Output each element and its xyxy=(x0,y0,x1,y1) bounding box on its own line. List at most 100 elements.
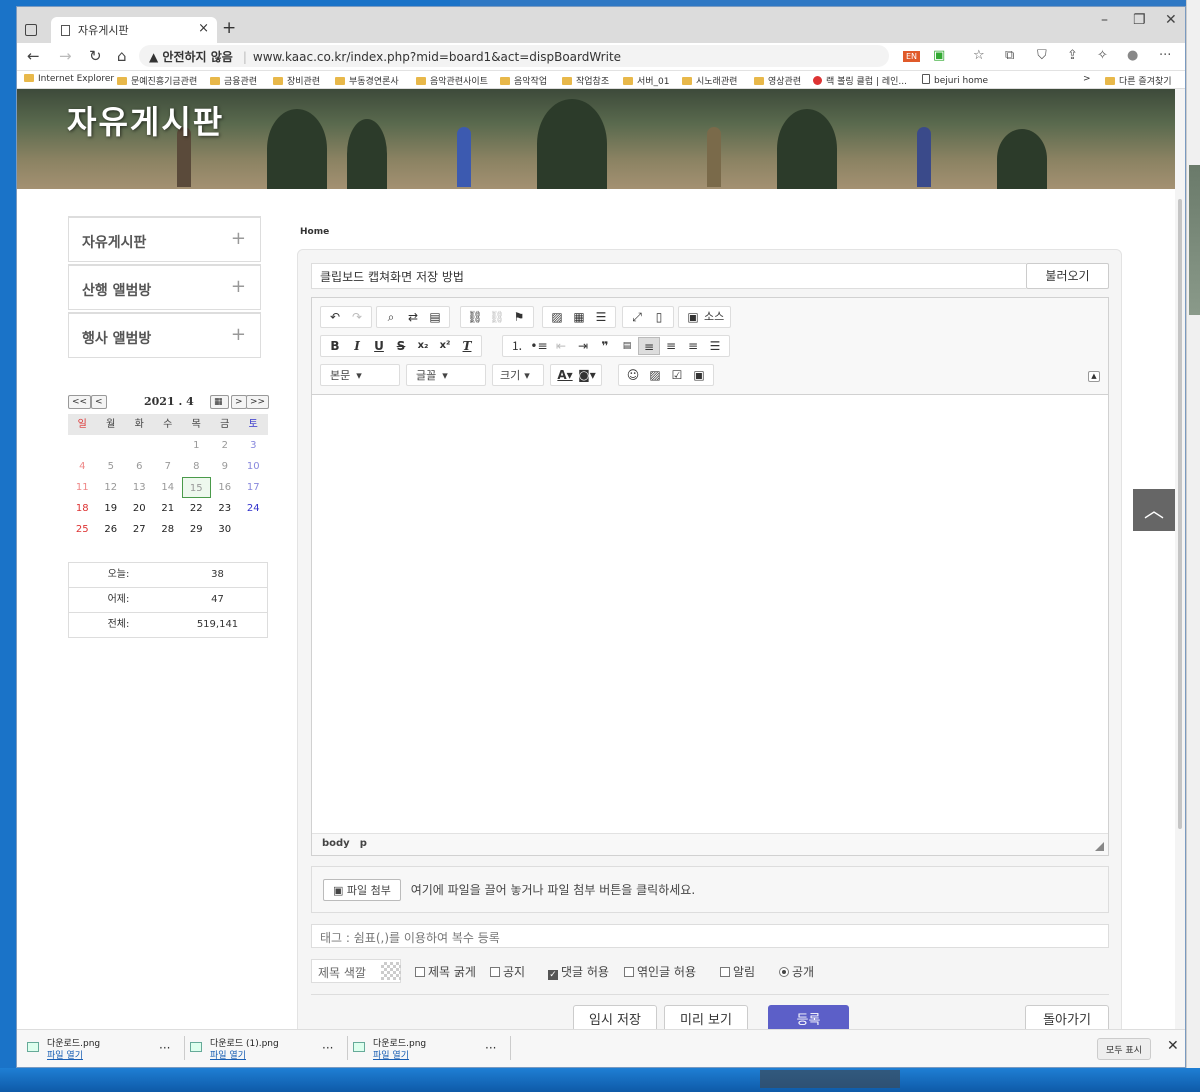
align-left-button[interactable]: ≡ xyxy=(638,337,660,355)
attach-button[interactable]: ▣ 파일 첨부 xyxy=(323,879,401,901)
format-combo[interactable]: 본문 ▾ xyxy=(320,364,400,386)
calendar-day[interactable]: 8 xyxy=(182,456,211,477)
extension-icon[interactable]: EN xyxy=(903,51,921,62)
load-button[interactable]: 불러오기 xyxy=(1026,263,1109,289)
calendar-day[interactable]: 16 xyxy=(211,477,240,498)
security-warning[interactable]: ▲ 안전하지 않음 xyxy=(149,50,233,64)
indent-icon[interactable]: ⇥ xyxy=(572,337,594,355)
calendar-grid-icon[interactable]: ▦ xyxy=(210,395,229,409)
checkbox-icon[interactable] xyxy=(720,967,730,977)
public-radio[interactable]: 공개 xyxy=(779,963,814,980)
calendar-day[interactable]: 6 xyxy=(125,456,154,477)
bookmark-item[interactable]: 장비관련 xyxy=(273,74,320,87)
share-icon[interactable]: ⇪ xyxy=(1067,48,1078,63)
title-input[interactable]: 클립보드 캡쳐화면 저장 방법 xyxy=(311,263,1026,289)
back-button[interactable]: 돌아가기 xyxy=(1025,1005,1109,1029)
prev-year-button[interactable]: << xyxy=(68,395,92,409)
calendar-day[interactable]: 1 xyxy=(182,435,211,456)
calendar-day[interactable]: 14 xyxy=(154,477,183,498)
subscript-button[interactable]: x₂ xyxy=(412,337,434,355)
bookmark-item[interactable]: 부동경연론사 xyxy=(335,74,399,87)
page-scrollbar[interactable] xyxy=(1175,89,1185,1029)
shield-icon[interactable]: ⛉ xyxy=(1037,48,1047,63)
side-menu-item[interactable]: 자유게시판 + xyxy=(68,216,261,262)
calendar-day[interactable]: 15 xyxy=(182,477,211,498)
superscript-button[interactable]: x² xyxy=(434,337,456,355)
calendar-day[interactable]: 12 xyxy=(97,477,126,498)
calendar-day[interactable]: 4 xyxy=(68,456,97,477)
calendar-day[interactable]: 22 xyxy=(182,498,211,519)
open-file-link[interactable]: 파일 열기 xyxy=(47,1048,83,1061)
download-item[interactable]: 다운로드.png 파일 열기 ··· xyxy=(353,1034,515,1064)
editor-content-area[interactable] xyxy=(312,395,1108,833)
emoji-icon[interactable]: ☺ xyxy=(622,366,644,384)
link-icon[interactable]: ⛓ xyxy=(464,308,486,326)
checkbox-checked-icon[interactable]: ✓ xyxy=(548,970,558,980)
download-item[interactable]: 다운로드.png 파일 열기 ··· xyxy=(27,1034,189,1064)
replace-icon[interactable]: ⇄ xyxy=(402,308,424,326)
maximize-button[interactable]: ❐ xyxy=(1133,12,1146,28)
bookmark-item[interactable]: 랙 볼링 클럽 | 레인... xyxy=(813,74,907,87)
bookmark-item[interactable]: 금융관련 xyxy=(210,74,257,87)
align-justify-button[interactable]: ☰ xyxy=(704,337,726,355)
download-more-icon[interactable]: ··· xyxy=(159,1041,170,1055)
bookmark-item[interactable]: 영상관련 xyxy=(754,74,801,87)
remove-format-button[interactable]: T xyxy=(456,337,478,355)
expand-plus-icon[interactable]: + xyxy=(231,324,246,345)
horizontal-rule-icon[interactable]: ☰ xyxy=(590,308,612,326)
calendar-day[interactable]: 23 xyxy=(211,498,240,519)
calendar-day[interactable]: 10 xyxy=(239,456,268,477)
scrollbar-thumb[interactable] xyxy=(1178,199,1182,829)
size-combo[interactable]: 크기 ▾ xyxy=(492,364,544,386)
radio-selected-icon[interactable] xyxy=(779,967,789,977)
path-p[interactable]: p xyxy=(360,838,367,849)
checkbox-icon[interactable] xyxy=(624,967,634,977)
new-tab-button[interactable]: + xyxy=(222,18,236,38)
bookmark-item[interactable]: 작업참조 xyxy=(562,74,609,87)
submit-button[interactable]: 등록 xyxy=(768,1005,849,1029)
bold-button[interactable]: B xyxy=(324,337,346,355)
image-icon[interactable]: ▨ xyxy=(546,308,568,326)
show-all-button[interactable]: 모두 표시 xyxy=(1097,1038,1151,1060)
calendar-day[interactable]: 25 xyxy=(68,519,97,540)
align-center-button[interactable]: ≡ xyxy=(660,337,682,355)
scroll-to-top-button[interactable]: ︿ xyxy=(1133,489,1175,531)
forward-icon[interactable]: → xyxy=(59,47,72,65)
numbered-list-icon[interactable]: ⒈ xyxy=(506,337,528,355)
strike-button[interactable]: S xyxy=(390,337,412,355)
calendar-day[interactable]: 13 xyxy=(125,477,154,498)
open-file-link[interactable]: 파일 열기 xyxy=(210,1048,246,1061)
option-checkbox[interactable]: 엮인글 허용 xyxy=(624,963,696,980)
calendar-day[interactable]: 9 xyxy=(211,456,240,477)
calendar-day[interactable]: 5 xyxy=(97,456,126,477)
calendar-day[interactable]: 11 xyxy=(68,477,97,498)
title-color-picker[interactable]: 제목 색깔 xyxy=(311,959,401,983)
font-combo[interactable]: 글꼴 ▾ xyxy=(406,364,486,386)
calendar-day[interactable]: 7 xyxy=(154,456,183,477)
temp-save-button[interactable]: 임시 저장 xyxy=(573,1005,657,1029)
calendar-day[interactable]: 20 xyxy=(125,498,154,519)
side-menu-item[interactable]: 행사 앨범방 + xyxy=(68,312,261,358)
option-checkbox[interactable]: 알림 xyxy=(720,963,755,980)
download-more-icon[interactable]: ··· xyxy=(485,1041,496,1055)
align-right-button[interactable]: ≡ xyxy=(682,337,704,355)
source-button[interactable]: ▣ 소스 xyxy=(678,306,732,328)
option-checkbox[interactable]: ✓ 댓글 허용 xyxy=(548,963,609,980)
underline-button[interactable]: U xyxy=(368,337,390,355)
redo-icon[interactable]: ↷ xyxy=(346,308,368,326)
tags-input[interactable]: 태그 : 쉼표(,)를 이용하여 복수 등록 xyxy=(311,924,1109,948)
bookmark-item[interactable]: bejuri home xyxy=(922,74,988,86)
calendar-day[interactable]: 29 xyxy=(182,519,211,540)
checkbox-icon[interactable]: ☑ xyxy=(666,366,688,384)
tab-actions-icon[interactable] xyxy=(25,24,37,36)
unlink-icon[interactable]: ⛓ xyxy=(486,308,508,326)
calendar-day[interactable]: 30 xyxy=(211,519,240,540)
option-checkbox[interactable]: 공지 xyxy=(490,963,525,980)
expand-plus-icon[interactable]: + xyxy=(231,276,246,297)
collections-icon[interactable]: ⧉ xyxy=(1005,48,1014,63)
close-window-button[interactable]: ✕ xyxy=(1165,12,1177,28)
bookmark-item[interactable]: 음악관련사이트 xyxy=(416,74,488,87)
paste-text-icon[interactable]: ▤ xyxy=(424,308,446,326)
calendar-day[interactable]: 3 xyxy=(239,435,268,456)
resize-handle[interactable] xyxy=(1095,842,1104,851)
